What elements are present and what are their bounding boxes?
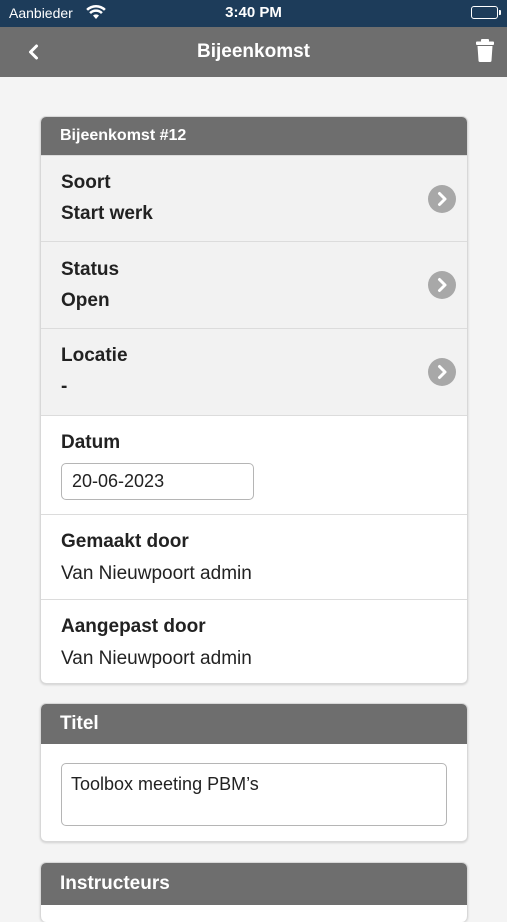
datum-input[interactable] (61, 463, 254, 500)
title-input[interactable]: Toolbox meeting PBM’s (61, 763, 447, 826)
chevron-right-icon (428, 271, 456, 299)
soort-label: Soort (61, 172, 111, 193)
soort-value: Start werk (61, 203, 153, 224)
navigation-bar: Bijeenkomst (0, 27, 507, 77)
aangepast-door-value: Van Nieuwpoort admin (61, 648, 252, 669)
locatie-value: - (61, 376, 68, 397)
datum-label: Datum (61, 432, 121, 453)
meeting-card: Bijeenkomst #12 Soort Start werk Status … (40, 116, 468, 684)
title-card-header: Titel (41, 704, 467, 744)
aangepast-door-row: Aangepast door Van Nieuwpoort admin (41, 599, 467, 683)
locatie-row[interactable]: Locatie - (41, 328, 467, 415)
instructeurs-card-header: Instructeurs (41, 863, 467, 905)
status-label: Status (61, 259, 120, 280)
battery-icon (471, 6, 501, 19)
status-value: Open (61, 290, 110, 311)
aangepast-door-label: Aangepast door (61, 616, 206, 637)
title-card: Titel Toolbox meeting PBM’s (40, 703, 468, 842)
gemaakt-door-value: Van Nieuwpoort admin (61, 563, 252, 584)
chevron-right-icon (428, 358, 456, 386)
gemaakt-door-row: Gemaakt door Van Nieuwpoort admin (41, 514, 467, 599)
datum-row: Datum (41, 415, 467, 514)
status-bar: Aanbieder 3:40 PM (0, 0, 507, 27)
chevron-right-icon (428, 184, 456, 213)
clock: 3:40 PM (225, 4, 282, 21)
page-title: Bijeenkomst (197, 41, 310, 62)
instructeurs-card: Instructeurs (40, 862, 468, 922)
meeting-card-header: Bijeenkomst #12 (41, 117, 467, 155)
trash-icon[interactable] (473, 37, 497, 63)
soort-row[interactable]: Soort Start werk (41, 155, 467, 241)
locatie-label: Locatie (61, 345, 128, 366)
gemaakt-door-label: Gemaakt door (61, 531, 189, 552)
status-row[interactable]: Status Open (41, 241, 467, 328)
